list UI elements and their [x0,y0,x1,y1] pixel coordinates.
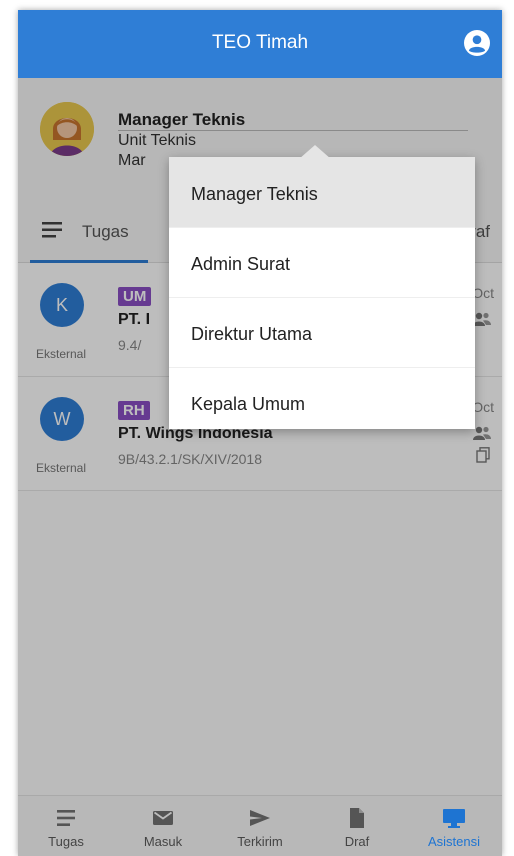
nav-masuk[interactable]: Masuk [115,796,211,856]
nav-draf[interactable]: Draf [309,796,405,856]
nav-tugas[interactable]: Tugas [18,796,114,856]
nav-label: Terkirim [237,834,283,849]
nav-asistensi[interactable]: Asistensi [406,796,502,856]
option-label: Admin Surat [191,254,291,274]
send-icon [250,810,270,826]
account-icon[interactable] [464,30,490,56]
bottom-navigation: Tugas Masuk Terkirim Draf Asistensi [18,795,502,856]
nav-label: Draf [344,834,370,849]
dropdown-option-kepala-umum[interactable]: Kepala Umum [169,367,475,429]
nav-label: Tugas [48,834,84,849]
nav-label: Masuk [143,834,183,849]
role-dropdown: Manager Teknis Admin Surat Direktur Utam… [169,145,475,429]
dropdown-option-manager-teknis[interactable]: Manager Teknis [169,157,475,228]
nav-label: Asistensi [427,834,481,849]
document-icon [350,808,364,828]
list-icon [57,810,75,826]
app-title: TEO Timah [211,32,309,53]
phone-screen: TEO Timah Manager Teknis Unit Teknis Mar [18,10,502,856]
app-bar: TEO Timah [18,10,502,78]
option-label: Direktur Utama [191,324,313,344]
mail-icon [153,811,173,825]
monitor-icon [443,809,465,828]
option-label: Manager Teknis [191,184,318,204]
nav-terkirim[interactable]: Terkirim [212,796,308,856]
dropdown-option-direktur-utama[interactable]: Direktur Utama [169,297,475,368]
option-label: Kepala Umum [191,394,306,414]
dropdown-option-admin-surat[interactable]: Admin Surat [169,227,475,298]
